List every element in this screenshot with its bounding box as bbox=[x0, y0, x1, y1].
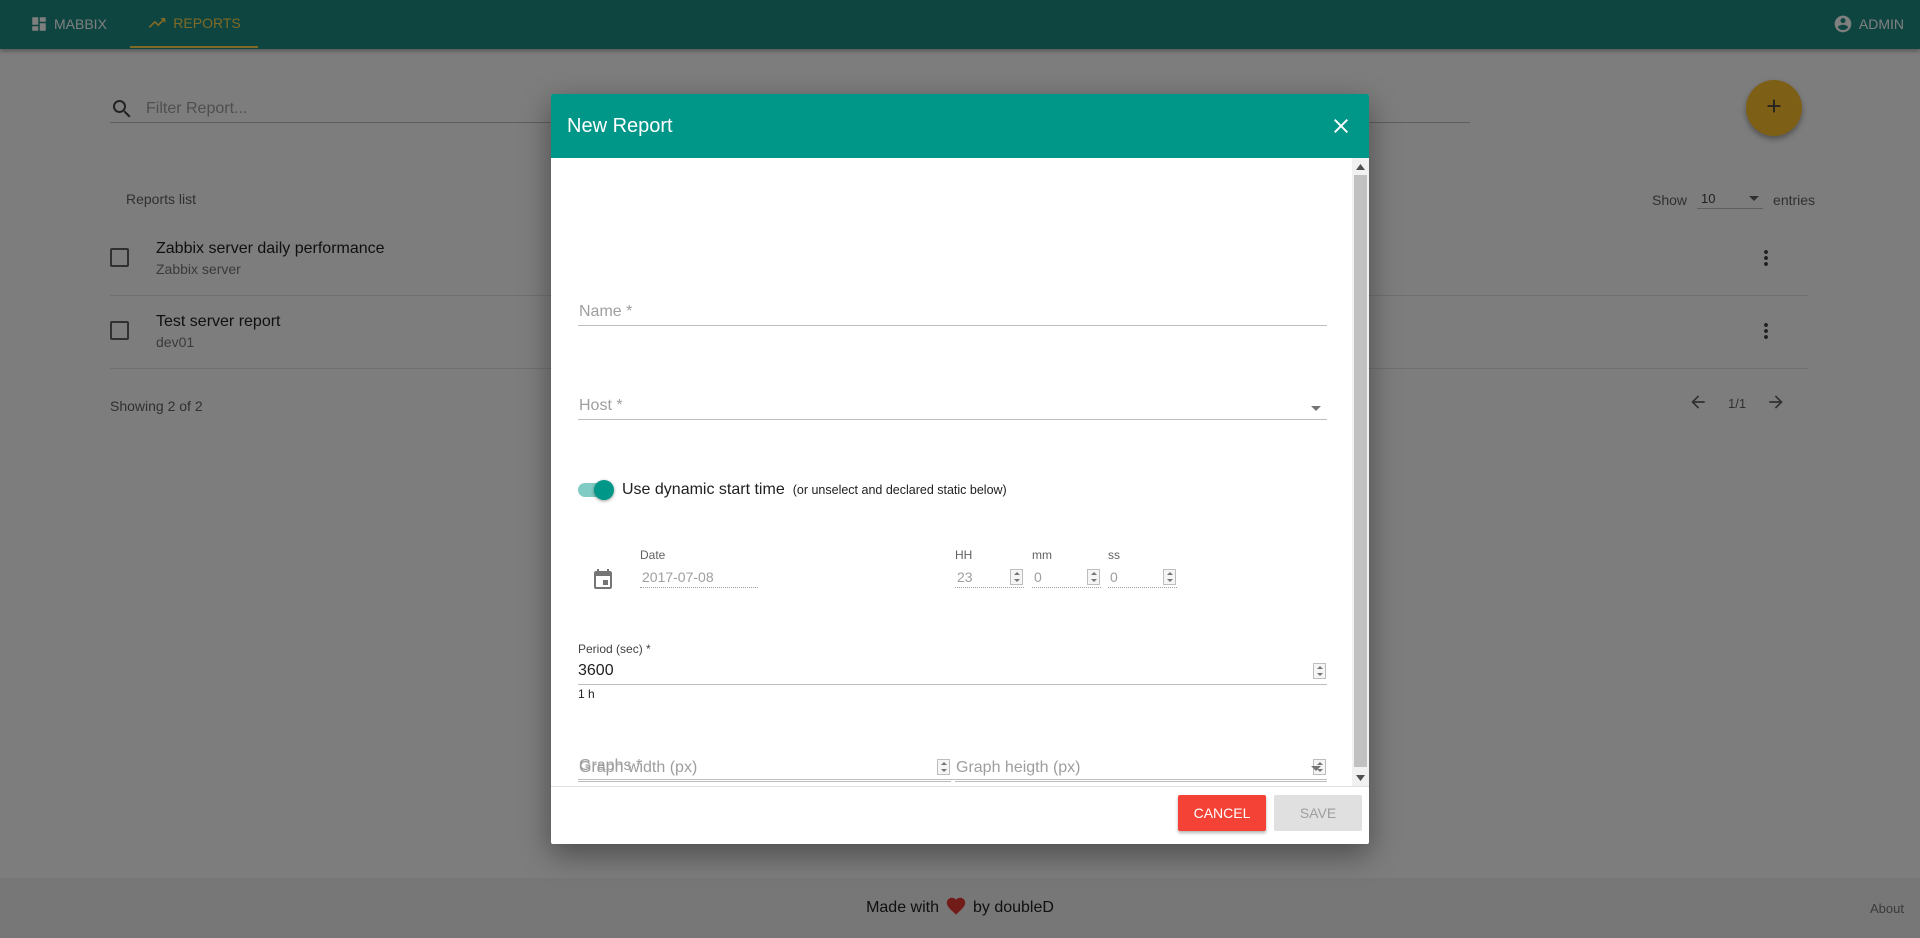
caret-down-icon bbox=[1311, 766, 1321, 771]
hh-input[interactable]: 23 bbox=[955, 566, 1024, 588]
hh-spinner[interactable] bbox=[1010, 569, 1023, 585]
new-report-dialog: New Report Name * Host * Use dynamic sta… bbox=[551, 94, 1369, 844]
dialog-scrollbar[interactable] bbox=[1352, 158, 1369, 786]
dialog-title: New Report bbox=[567, 114, 673, 137]
host-placeholder: Host * bbox=[579, 397, 623, 414]
ss-spinner[interactable] bbox=[1163, 569, 1176, 585]
cancel-button[interactable]: CANCEL bbox=[1178, 795, 1266, 831]
date-value: 2017-07-08 bbox=[642, 568, 714, 585]
period-spinner[interactable] bbox=[1313, 663, 1326, 679]
mm-label: mm bbox=[1032, 548, 1052, 562]
calendar-icon[interactable] bbox=[591, 568, 615, 592]
name-field[interactable]: Name * bbox=[578, 296, 1327, 326]
period-label: Period (sec) * bbox=[578, 642, 651, 656]
scroll-down-icon[interactable] bbox=[1352, 769, 1369, 786]
close-icon[interactable] bbox=[1329, 114, 1353, 138]
date-label: Date bbox=[640, 548, 666, 562]
dialog-body: Name * Host * Use dynamic start time (or… bbox=[551, 158, 1369, 786]
toggle-knob bbox=[594, 480, 614, 500]
ss-input[interactable]: 0 bbox=[1108, 566, 1177, 588]
dynamic-start-row: Use dynamic start time (or unselect and … bbox=[578, 480, 1007, 500]
graphs-placeholder: Graphs * bbox=[579, 757, 643, 774]
dynamic-start-hint: (or unselect and declared static below) bbox=[792, 483, 1007, 497]
caret-down-icon bbox=[1311, 406, 1321, 411]
mm-input[interactable]: 0 bbox=[1032, 566, 1101, 588]
name-placeholder: Name * bbox=[579, 303, 633, 320]
dialog-actions: CANCEL SAVE bbox=[551, 786, 1369, 844]
mm-spinner[interactable] bbox=[1087, 569, 1100, 585]
scrollbar-thumb[interactable] bbox=[1354, 175, 1367, 767]
period-value: 3600 bbox=[578, 661, 614, 679]
save-button[interactable]: SAVE bbox=[1274, 795, 1362, 831]
date-input[interactable]: 2017-07-08 bbox=[640, 566, 758, 588]
hh-label: HH bbox=[955, 548, 973, 562]
host-select[interactable]: Host * bbox=[578, 390, 1327, 420]
dialog-header: New Report bbox=[551, 94, 1369, 158]
mm-value: 0 bbox=[1034, 568, 1042, 585]
dynamic-start-label: Use dynamic start time bbox=[622, 481, 785, 498]
period-hint: 1 h bbox=[578, 687, 595, 701]
ss-label: ss bbox=[1108, 548, 1120, 562]
ss-value: 0 bbox=[1110, 568, 1118, 585]
period-input[interactable]: 3600 bbox=[578, 657, 1327, 685]
graphs-select[interactable]: Graphs * bbox=[578, 750, 1327, 780]
scroll-up-icon[interactable] bbox=[1352, 158, 1369, 175]
hh-value: 23 bbox=[957, 568, 973, 585]
dynamic-start-toggle[interactable] bbox=[578, 480, 614, 500]
